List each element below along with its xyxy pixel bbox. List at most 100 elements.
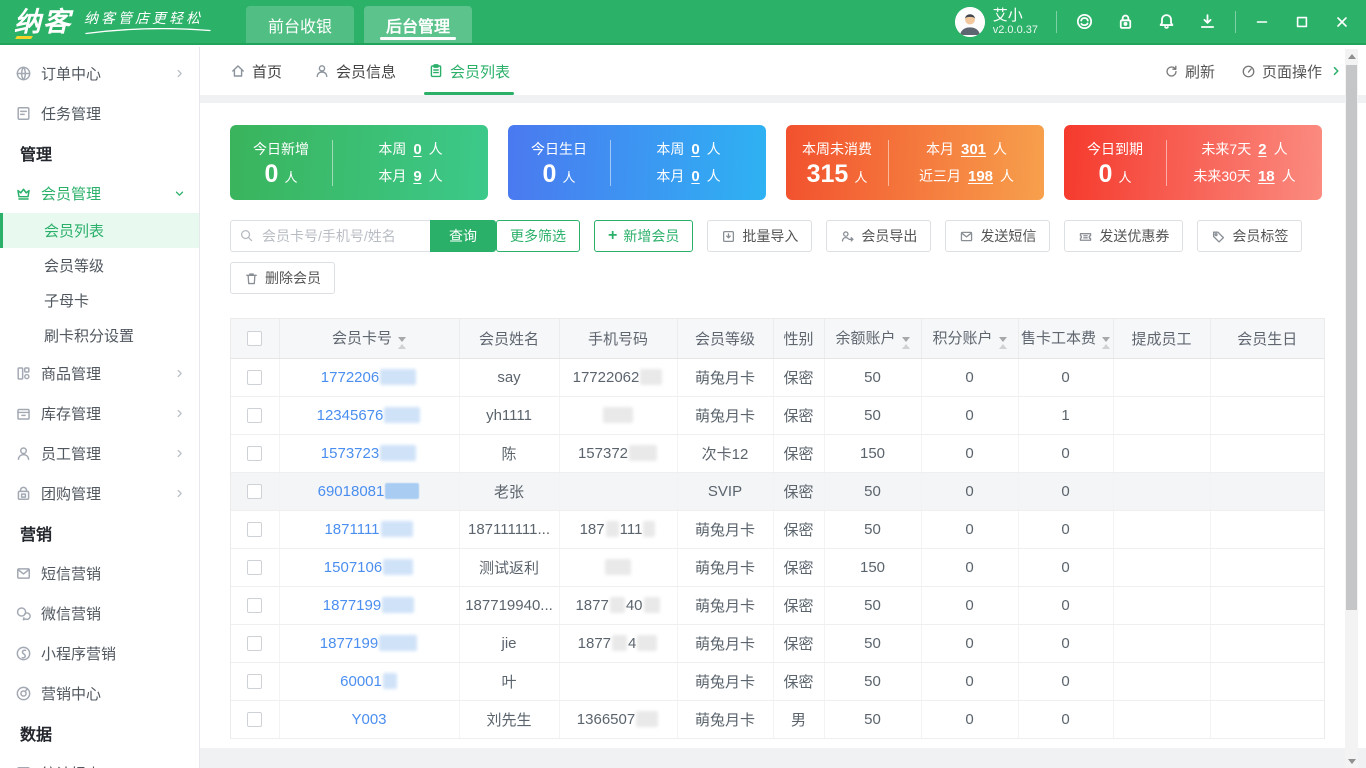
- cell-points: 0: [921, 510, 1019, 549]
- service-icon[interactable]: [1075, 12, 1094, 31]
- export-members-button[interactable]: 会员导出: [826, 220, 932, 252]
- stat-subvalue-link[interactable]: 0: [413, 141, 421, 158]
- header-tab-backend-management[interactable]: 后台管理: [364, 6, 473, 43]
- delete-member-button[interactable]: 删除会员: [230, 262, 335, 294]
- close-button[interactable]: [1334, 14, 1350, 30]
- cell-birthday: [1210, 548, 1324, 587]
- censored-blur: [603, 406, 633, 423]
- vertical-scrollbar[interactable]: [1345, 49, 1358, 768]
- download-icon[interactable]: [1198, 12, 1217, 31]
- minimize-button[interactable]: [1254, 14, 1270, 30]
- sidebar-item-member-list[interactable]: 会员列表: [0, 213, 199, 248]
- table-row[interactable]: 69018081 老张 SVIP 保密 50 0 0: [231, 472, 1324, 511]
- cell-fee: 0: [1018, 510, 1114, 549]
- table-row[interactable]: 1573723 陈 157372 次卡12 保密 150 0 0: [231, 434, 1324, 473]
- stat-subvalue-link[interactable]: 0: [691, 141, 699, 158]
- tab-member-list[interactable]: 会员列表: [424, 47, 515, 95]
- sidebar-item-statistics-report[interactable]: 统计报表: [0, 753, 199, 768]
- col-card-header[interactable]: 会员卡号: [279, 319, 460, 359]
- batch-import-button[interactable]: 批量导入: [707, 220, 813, 252]
- select-all-checkbox[interactable]: [247, 331, 263, 347]
- stat-subvalue-link[interactable]: 9: [413, 168, 421, 185]
- tab-member-info[interactable]: 会员信息: [314, 47, 396, 95]
- sidebar-item-staff-management[interactable]: 员工管理: [0, 433, 199, 473]
- stat-subvalue-link[interactable]: 0: [691, 168, 699, 185]
- row-checkbox[interactable]: [247, 674, 263, 690]
- sidebar-item-inventory-management[interactable]: 库存管理: [0, 393, 199, 433]
- table-row[interactable]: 1871111 187111111... 187 111 萌兔月卡 保密 50 0 0: [231, 510, 1324, 549]
- tab-home[interactable]: 首页: [230, 47, 282, 95]
- col-fee-header[interactable]: 售卡工本费: [1018, 319, 1114, 359]
- page-operations-button[interactable]: 页面操作: [1241, 61, 1342, 82]
- row-checkbox[interactable]: [247, 408, 263, 424]
- table-row[interactable]: 1877199 187719940... 1877 40 萌兔月卡 保密 50 0 0: [231, 586, 1324, 625]
- more-filters-button[interactable]: 更多筛选: [496, 220, 580, 252]
- stat-subvalue-link[interactable]: 198: [968, 168, 993, 185]
- sidebar-item-product-management[interactable]: 商品管理: [0, 353, 199, 393]
- sort-control[interactable]: [998, 337, 1007, 350]
- sort-control[interactable]: [398, 337, 406, 350]
- bell-icon[interactable]: [1157, 12, 1176, 31]
- row-checkbox[interactable]: [247, 712, 263, 728]
- scrollbar-thumb[interactable]: [1346, 65, 1357, 610]
- row-checkbox[interactable]: [247, 560, 263, 576]
- sidebar-item-miniprogram-marketing[interactable]: 小程序营销: [0, 633, 199, 673]
- member-tags-button[interactable]: 会员标签: [1197, 220, 1303, 252]
- sidebar-item-parent-child-card[interactable]: 子母卡: [0, 283, 199, 318]
- col-points-header[interactable]: 积分账户: [921, 319, 1019, 359]
- table-row[interactable]: 1507106 测试返利 萌兔月卡 保密 150 0 0: [231, 548, 1324, 587]
- sidebar: 订单中心 任务管理 管理 会员管理 会员列表 会员等级 子母卡 刷卡积分设置 商品管理 库存管理员…: [0, 47, 200, 768]
- stat-subvalue-link[interactable]: 18: [1258, 168, 1275, 185]
- sidebar-item-member-management[interactable]: 会员管理: [0, 173, 199, 213]
- chevron-down-icon: [175, 191, 184, 196]
- maximize-button[interactable]: [1294, 14, 1310, 30]
- stat-subvalue-link[interactable]: 2: [1258, 141, 1266, 158]
- row-checkbox[interactable]: [247, 598, 263, 614]
- add-member-button[interactable]: + 新增会员: [594, 220, 694, 252]
- row-checkbox[interactable]: [247, 446, 263, 462]
- row-checkbox[interactable]: [247, 522, 263, 538]
- stat-subrow: 未来30天 18 人: [1193, 168, 1296, 185]
- stat-subvalue-link[interactable]: 301: [961, 141, 986, 158]
- cell-staff: [1113, 586, 1211, 625]
- scroll-down-button[interactable]: [1345, 754, 1358, 768]
- search-button[interactable]: 查询: [430, 220, 496, 252]
- header-tab-front-cashier[interactable]: 前台收银: [246, 6, 355, 43]
- user-profile[interactable]: 艾小 v2.0.0.37: [954, 6, 1038, 37]
- cell-phone: [559, 472, 678, 511]
- table-row[interactable]: 1772206 say 17722062 萌兔月卡 保密 50 0 0: [231, 358, 1324, 397]
- sidebar-item-sms-marketing[interactable]: 短信营销: [0, 553, 199, 593]
- stat-card-no-consumption: 本周未消费 315 人本月 301 人近三月 198 人: [786, 125, 1044, 200]
- row-checkbox[interactable]: [247, 484, 263, 500]
- table-row[interactable]: Y003 刘先生 1366507 萌兔月卡男 50 0 0: [231, 700, 1324, 739]
- sort-control[interactable]: [1102, 337, 1110, 350]
- refresh-button[interactable]: 刷新: [1164, 61, 1215, 82]
- col-balance-header[interactable]: 余额账户: [824, 319, 922, 359]
- sidebar-item-card-points-setting[interactable]: 刷卡积分设置: [0, 318, 199, 353]
- scroll-up-button[interactable]: [1345, 49, 1358, 63]
- row-checkbox[interactable]: [247, 636, 263, 652]
- sidebar-item-member-level[interactable]: 会员等级: [0, 248, 199, 283]
- send-coupon-button[interactable]: 发送优惠券: [1064, 220, 1184, 252]
- cell-level: 萌兔月卡: [677, 700, 774, 739]
- sidebar-item-order-center[interactable]: 订单中心: [0, 53, 199, 93]
- cell-fee: 0: [1018, 358, 1114, 397]
- row-checkbox[interactable]: [247, 370, 263, 386]
- table-row[interactable]: 12345676 yh1111 萌兔月卡 保密 50 0 1: [231, 396, 1324, 435]
- send-sms-button[interactable]: 发送短信: [945, 220, 1051, 252]
- page-tabbar: 首页 会员信息 会员列表 刷新 页面操作: [200, 47, 1366, 95]
- cell-gender: 保密: [773, 510, 825, 549]
- sidebar-item-groupbuy-management[interactable]: 团购管理: [0, 473, 199, 513]
- sidebar-item-marketing-center[interactable]: 营销中心: [0, 673, 199, 713]
- sort-control[interactable]: [901, 337, 910, 350]
- lock-icon[interactable]: [1116, 12, 1135, 31]
- table-row[interactable]: 60001 叶萌兔月卡 保密 50 0 0: [231, 662, 1324, 701]
- sidebar-item-wechat-marketing[interactable]: 微信营销: [0, 593, 199, 633]
- censored-blur: [640, 368, 663, 385]
- table-header-row: 会员卡号 会员姓名 手机号码 会员等级 性别 余额账户 积分账户 售卡工本费 提成员工 会员生日: [231, 319, 1324, 359]
- sidebar-item-task-management[interactable]: 任务管理: [0, 93, 199, 133]
- col-staff-header: 提成员工: [1113, 319, 1211, 359]
- search-input[interactable]: [230, 220, 430, 252]
- censored-blur: [382, 672, 397, 689]
- table-row[interactable]: 1877199 jie 1877 4 萌兔月卡 保密 50 0 0: [231, 624, 1324, 663]
